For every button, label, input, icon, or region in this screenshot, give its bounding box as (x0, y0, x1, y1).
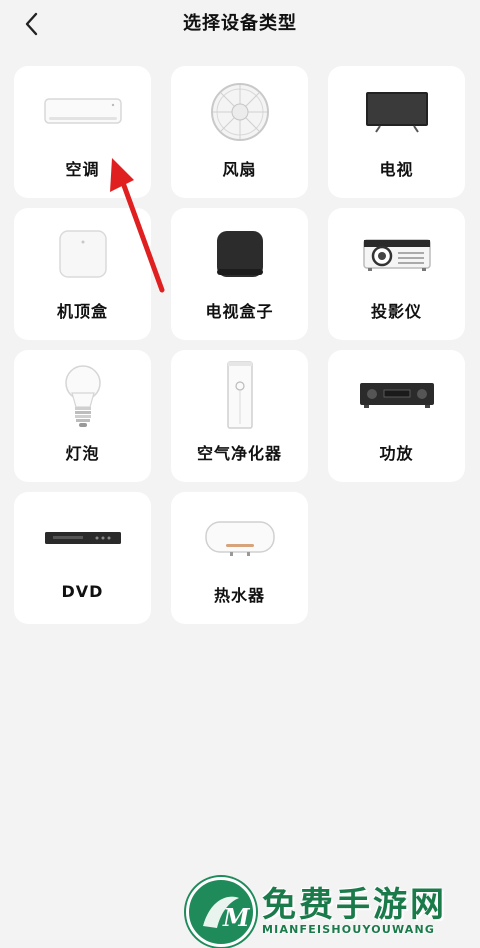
device-card-air-conditioner[interactable]: 空调 (14, 66, 151, 198)
air-purifier-icon (226, 361, 253, 429)
header-bar: 选择设备类型 (0, 0, 480, 48)
page-title: 选择设备类型 (183, 13, 297, 34)
projector-icon (362, 239, 431, 271)
device-card-dvd[interactable]: DVD (14, 492, 151, 624)
device-card-tv-box[interactable]: 电视盒子 (171, 208, 308, 340)
device-label: 投影仪 (370, 302, 422, 321)
device-label: 电视 (379, 160, 414, 179)
device-card-light-bulb[interactable]: 灯泡 (14, 350, 151, 482)
watermark: M 免费手游网 MIANFEISHOUYOUWANG (182, 875, 472, 947)
device-card-air-purifier[interactable]: 空气净化器 (171, 350, 308, 482)
device-grid: 空调 风扇 电视 机顶盒 电视盒子 投影仪 灯泡 空气净化器 功放 DVD 热水… (14, 66, 465, 624)
device-card-water-heater[interactable]: 热水器 (171, 492, 308, 624)
device-card-fan[interactable]: 风扇 (171, 66, 308, 198)
amplifier-icon (359, 383, 434, 408)
device-label: 热水器 (213, 586, 265, 605)
svg-text:M: M (222, 903, 251, 932)
device-label: 风扇 (222, 160, 257, 179)
tv-icon (365, 92, 428, 133)
device-label: 机顶盒 (56, 302, 108, 321)
device-label: 灯泡 (65, 444, 100, 463)
air-conditioner-icon (43, 98, 122, 124)
device-label: 电视盒子 (205, 302, 274, 321)
device-label: 空调 (65, 160, 100, 179)
watermark-logo-icon: M (186, 877, 256, 947)
light-bulb-icon (64, 365, 101, 427)
fan-icon (210, 83, 269, 141)
device-card-projector[interactable]: 投影仪 (328, 208, 465, 340)
watermark-subtext: MIANFEISHOUYOUWANG (262, 923, 436, 936)
device-label: 空气净化器 (196, 444, 282, 463)
device-card-tv[interactable]: 电视 (328, 66, 465, 198)
watermark-text: 免费手游网 (262, 885, 447, 925)
tv-box-icon (216, 231, 263, 277)
set-top-box-icon (58, 230, 107, 278)
device-card-amplifier[interactable]: 功放 (328, 350, 465, 482)
device-card-set-top-box[interactable]: 机顶盒 (14, 208, 151, 340)
device-label: 功放 (379, 444, 414, 463)
water-heater-icon (204, 521, 275, 556)
dvd-player-icon (44, 532, 121, 544)
device-label: DVD (61, 582, 104, 601)
